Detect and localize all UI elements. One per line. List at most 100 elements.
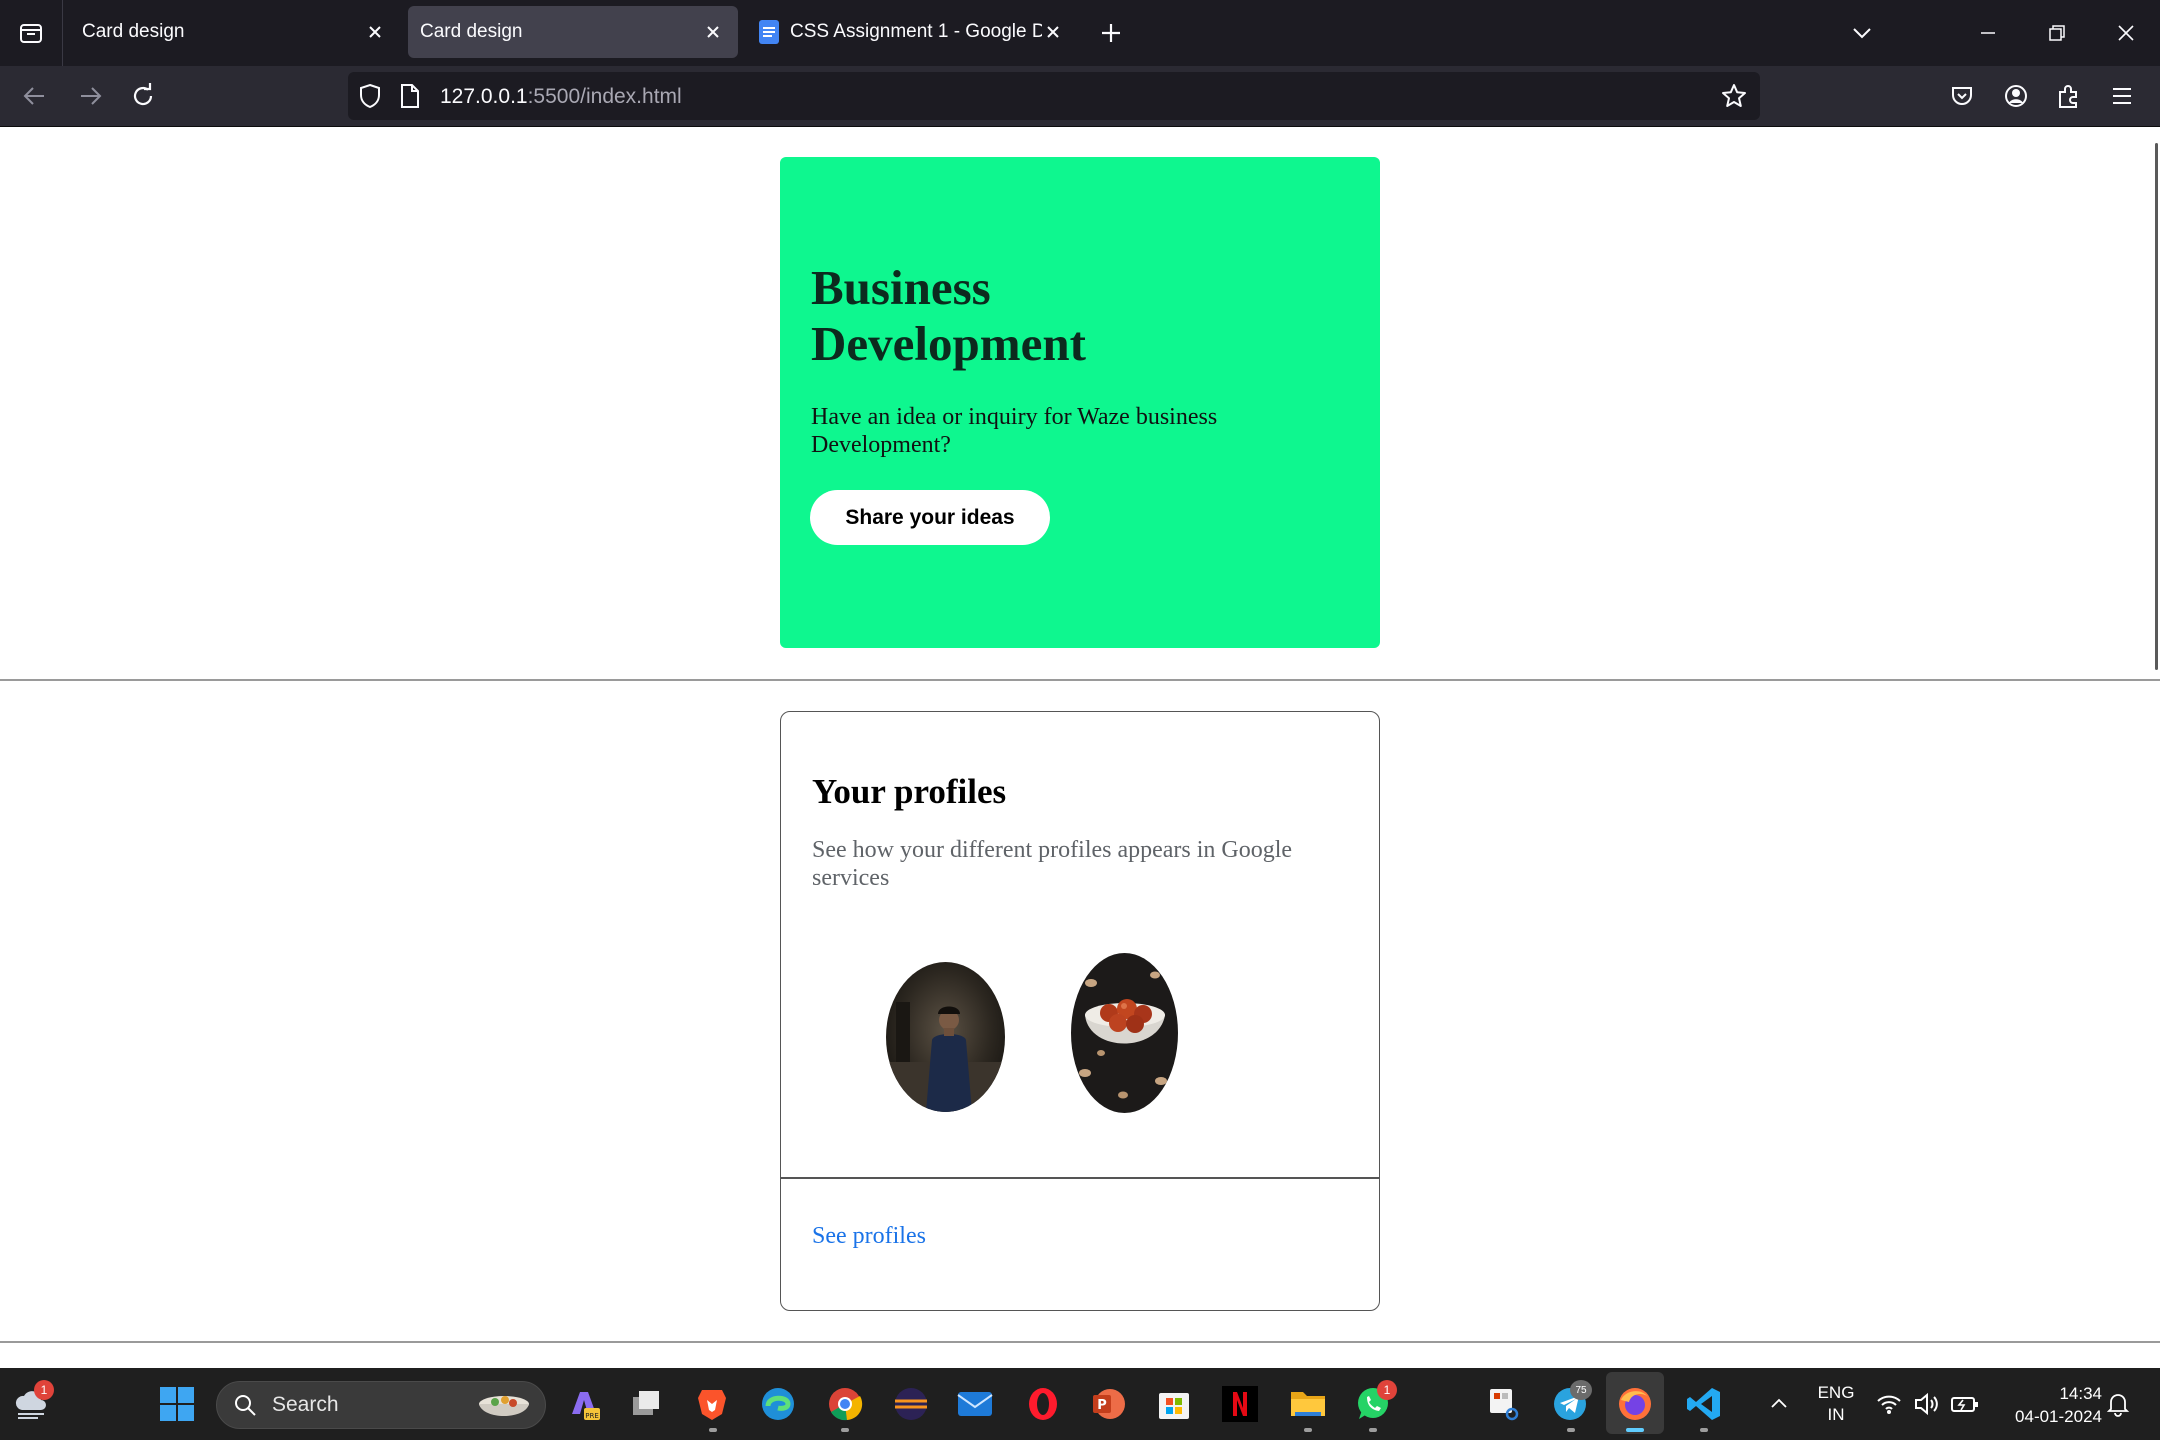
puzzle-icon [2059,85,2077,108]
chrome-app[interactable] [825,1384,865,1424]
tab-title: Card design [82,21,185,42]
volume-status[interactable] [1910,1384,1944,1424]
url-path: :5500/index.html [527,85,682,108]
star-icon[interactable] [1721,83,1747,109]
tab-google-docs[interactable]: CSS Assignment 1 - Google Docs [746,6,1072,58]
whatsapp-app[interactable]: 1 [1353,1380,1397,1424]
eclipse-app[interactable] [891,1384,931,1424]
horizontal-rule [0,1341,2160,1343]
tab-title: CSS Assignment 1 - Google Docs [790,21,1042,42]
active-app-indicator [1626,1428,1644,1432]
navigation-toolbar: 127.0.0.1:5500/index.html [0,66,2160,126]
telegram-app[interactable]: 75 [1550,1380,1592,1424]
list-all-tabs-button[interactable] [1842,14,1882,52]
restore-button[interactable] [2037,14,2077,52]
clock[interactable]: 14:34 04-01-2024 [1990,1382,2102,1428]
share-ideas-button[interactable]: Share your ideas [810,490,1050,545]
brave-icon [698,1390,726,1420]
close-tab-button[interactable] [362,19,388,45]
minimize-button[interactable] [1968,14,2008,52]
show-hidden-icons-button[interactable] [1759,1384,1799,1424]
account-icon [2005,85,2027,107]
vscode-app[interactable] [1684,1384,1724,1424]
weather-widget[interactable]: 1 [12,1380,54,1424]
profile-avatar-person[interactable] [886,962,1005,1112]
opera-app[interactable] [1023,1384,1063,1424]
url-text[interactable]: 127.0.0.1:5500/index.html [440,85,682,109]
notifications-button[interactable] [2098,1384,2138,1424]
reload-button[interactable] [124,77,162,115]
new-tab-button[interactable] [1094,16,1128,50]
task-view-icon [633,1391,659,1415]
windows-logo-icon [160,1387,194,1421]
battery-status[interactable] [1948,1384,1982,1424]
weather-badge: 1 [34,1380,54,1400]
page-info-icon[interactable] [399,83,421,109]
start-button[interactable] [157,1384,197,1424]
tab-list-button[interactable] [0,0,63,66]
url-host: 127.0.0.1 [440,85,528,108]
restore-icon [2049,25,2065,41]
firefox-icon [1619,1388,1651,1420]
google-docs-icon [759,20,779,44]
edge-icon [762,1388,794,1420]
file-explorer-app[interactable] [1288,1384,1328,1424]
reload-icon [133,83,153,106]
scrollbar[interactable] [2155,143,2158,670]
firefox-app[interactable] [1615,1384,1655,1424]
clock-time: 14:34 [2059,1384,2102,1403]
profile-avatar-food[interactable] [1071,953,1178,1113]
tab-card-design-1[interactable]: Card design [64,6,400,58]
tab-list-icon [20,24,42,43]
netflix-icon [1222,1386,1258,1422]
extensions-button[interactable] [2050,77,2088,115]
snipping-tool-app[interactable] [1484,1384,1524,1424]
card-divider [781,1177,1379,1179]
powerpoint-icon: P [1093,1389,1125,1419]
close-tab-button[interactable] [1040,19,1066,45]
wifi-status[interactable] [1872,1384,1906,1424]
forward-button[interactable] [71,77,109,115]
close-tab-button[interactable] [700,19,726,45]
taskbar-search[interactable]: Search [216,1381,546,1429]
close-window-button[interactable] [2106,14,2146,52]
task-view-button[interactable] [626,1384,666,1424]
language-indicator[interactable]: ENG IN [1812,1382,1860,1426]
svg-text:P: P [1097,1398,1107,1413]
eclipse-icon [895,1388,927,1420]
profiles-card-description: See how your different profiles appears … [812,837,1293,891]
business-development-card: Business Development Have an idea or inq… [780,157,1380,648]
svg-text:PRE: PRE [585,1412,599,1420]
netflix-app[interactable] [1220,1384,1260,1424]
business-card-title: Business Development [811,260,1086,371]
brave-app[interactable] [692,1384,732,1424]
url-bar[interactable]: 127.0.0.1:5500/index.html [348,72,1760,120]
mail-app[interactable] [955,1384,995,1424]
battery-icon [1951,1397,1978,1412]
clock-date: 04-01-2024 [2015,1407,2102,1426]
content-border [0,126,2160,127]
edge-app[interactable] [758,1384,798,1424]
speaker-icon [1915,1392,1938,1416]
see-profiles-link[interactable]: See profiles [812,1223,926,1250]
close-icon [1047,26,1059,38]
snipping-tool-icon [1490,1389,1519,1421]
copilot-app[interactable]: PRE [564,1384,604,1424]
back-button[interactable] [16,77,54,115]
close-icon [369,26,381,38]
menu-button[interactable] [2103,77,2141,115]
whatsapp-badge: 1 [1377,1380,1397,1400]
microsoft-store-app[interactable] [1154,1384,1194,1424]
store-icon [1159,1393,1189,1419]
tab-card-design-2[interactable]: Card design [408,6,738,58]
pocket-button[interactable] [1943,77,1981,115]
powerpoint-app[interactable]: P [1088,1384,1128,1424]
plus-icon [1102,24,1120,42]
profiles-card: Your profiles See how your different pro… [780,711,1380,1311]
pocket-icon [1952,87,1972,105]
account-button[interactable] [1997,77,2035,115]
close-icon [2118,25,2134,41]
chevron-down-icon [1853,28,1871,39]
region-code: IN [1827,1405,1845,1424]
shield-icon[interactable] [357,83,383,109]
